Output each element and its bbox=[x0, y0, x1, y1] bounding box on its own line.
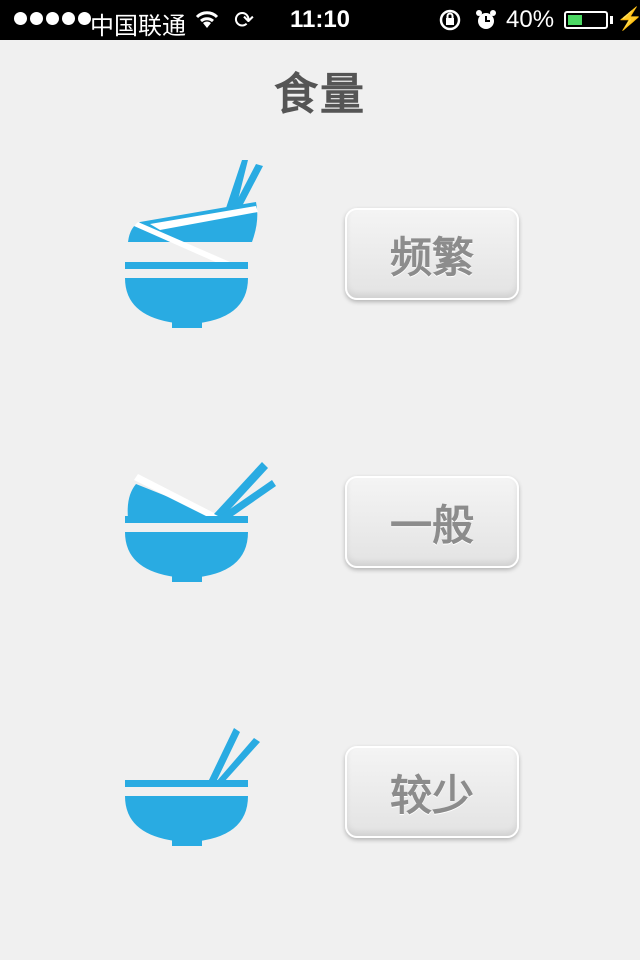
status-bar: 中国联通 ⟳ 11:10 40% ⚡ bbox=[0, 0, 640, 40]
less-button[interactable]: 较少 bbox=[345, 746, 519, 838]
option-row-less: 较少 bbox=[0, 688, 640, 888]
half-bowl-chopsticks-icon bbox=[125, 462, 276, 582]
option-row-normal: 一般 bbox=[0, 418, 640, 618]
option-row-frequent: 频繁 bbox=[0, 150, 640, 350]
full-bowl-chopsticks-icon bbox=[125, 160, 263, 328]
battery-icon bbox=[564, 11, 608, 29]
normal-button[interactable]: 一般 bbox=[345, 476, 519, 568]
orientation-lock-icon bbox=[439, 9, 461, 31]
charging-icon: ⚡ bbox=[616, 6, 640, 31]
battery-level bbox=[568, 15, 582, 25]
empty-bowl-chopsticks-icon bbox=[125, 728, 260, 846]
frequent-button[interactable]: 频繁 bbox=[345, 208, 519, 300]
battery-percent: 40% bbox=[506, 6, 555, 33]
page-title: 食量 bbox=[274, 69, 366, 120]
battery-nub bbox=[610, 16, 613, 24]
alarm-icon bbox=[476, 10, 496, 29]
